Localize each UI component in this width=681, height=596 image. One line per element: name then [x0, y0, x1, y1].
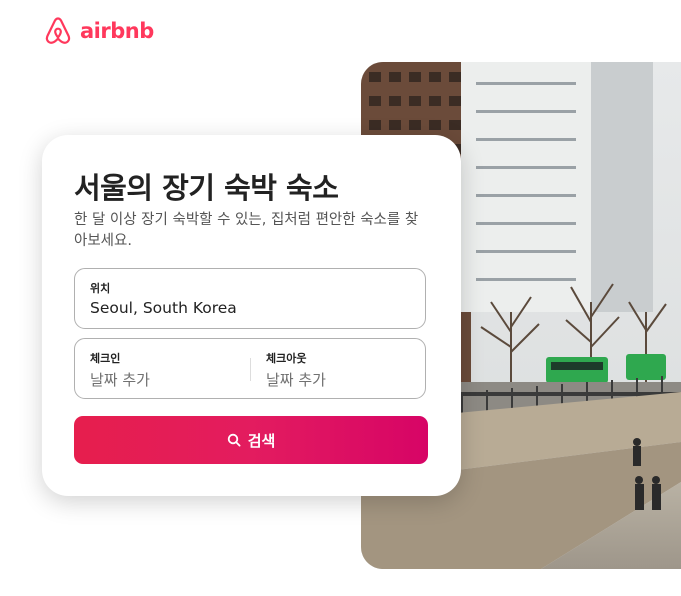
- search-button[interactable]: 검색: [74, 416, 428, 464]
- location-input[interactable]: Seoul, South Korea: [90, 299, 237, 317]
- checkin-placeholder: 날짜 추가: [90, 371, 150, 389]
- brand-name: airbnb: [80, 19, 154, 43]
- dates-field: 체크인 날짜 추가 체크아웃 날짜 추가: [74, 338, 426, 399]
- search-icon: [227, 433, 241, 447]
- search-button-label: 검색: [247, 431, 276, 450]
- checkout-label: 체크아웃: [266, 352, 307, 365]
- page-title: 서울의 장기 숙박 숙소: [74, 171, 339, 205]
- checkin-field[interactable]: 체크인 날짜 추가: [75, 339, 250, 398]
- checkout-field[interactable]: 체크아웃 날짜 추가: [251, 339, 427, 398]
- checkout-placeholder: 날짜 추가: [266, 371, 326, 389]
- location-field[interactable]: 위치 Seoul, South Korea: [74, 268, 426, 329]
- airbnb-logo[interactable]: airbnb: [42, 14, 154, 48]
- airbnb-belo-icon: [45, 17, 71, 44]
- search-card: 서울의 장기 숙박 숙소 한 달 이상 장기 숙박할 수 있는, 집처럼 편안한…: [42, 135, 461, 496]
- page-subtitle: 한 달 이상 장기 숙박할 수 있는, 집처럼 편안한 숙소를 찾아보세요.: [74, 212, 419, 249]
- location-label: 위치: [90, 282, 111, 295]
- checkin-label: 체크인: [90, 352, 121, 365]
